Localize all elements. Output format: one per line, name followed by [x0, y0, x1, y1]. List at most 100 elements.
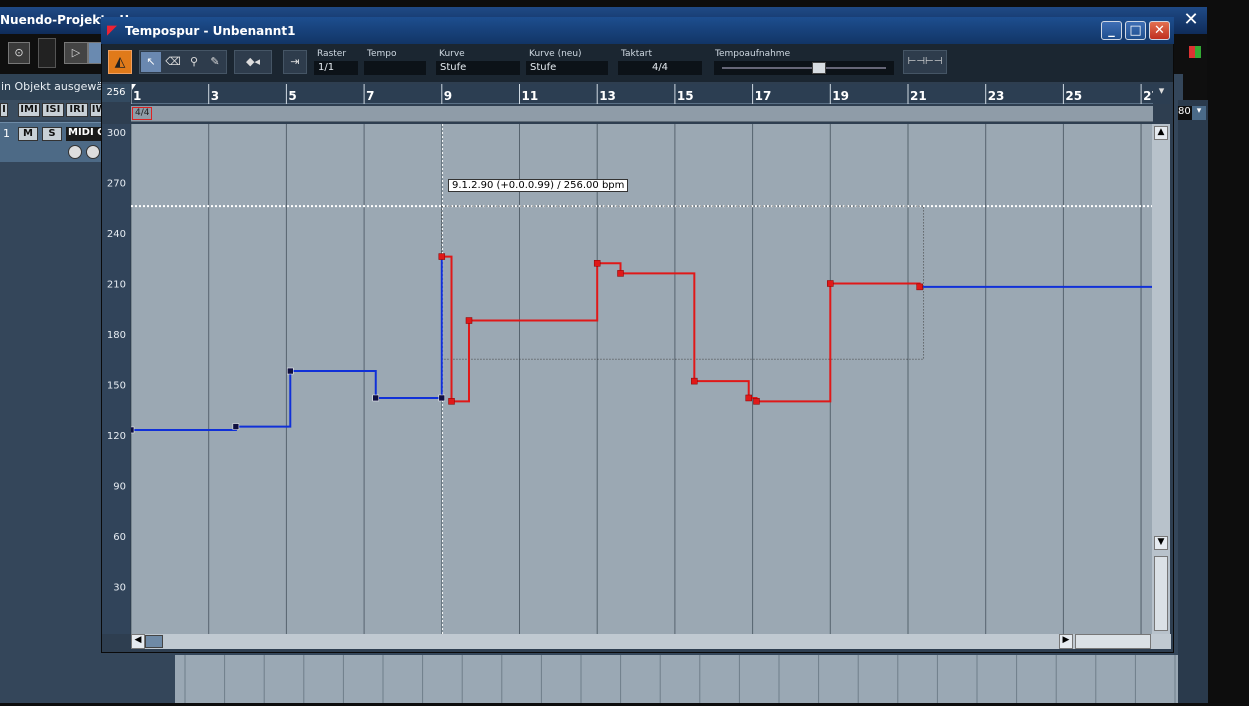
tempo-event-point-selected	[745, 394, 752, 402]
tempo-label: Tempo	[367, 49, 397, 59]
ruler-label: 17	[755, 89, 772, 103]
tempo-scale-label: 120	[107, 431, 126, 442]
tempoaufnahme-label: Tempoaufnahme	[715, 49, 791, 59]
slider-track	[722, 67, 886, 69]
tempo-event-point-selected	[438, 253, 446, 260]
track-header-buttons: I IMI ISI IRI IWI	[0, 100, 112, 120]
tool-group: ↖ ⌫ ⚲ ✎	[139, 50, 227, 74]
tempo-scale-label: 30	[113, 583, 126, 594]
cubase-logo-icon: ◤	[107, 23, 117, 38]
maximize-button[interactable]: □	[1125, 21, 1146, 40]
horizontal-zoom[interactable]	[1075, 634, 1151, 649]
play-icon[interactable]: ▷	[64, 42, 88, 64]
tempo-graph-svg[interactable]	[127, 124, 1152, 634]
project-right-panel: 80 ▾	[1178, 100, 1208, 703]
close-button[interactable]: ✕	[1149, 21, 1170, 40]
taktart-label: Taktart	[621, 49, 653, 59]
erase-tool-icon[interactable]: ⌫	[163, 52, 183, 72]
scroll-down-icon[interactable]: ▼	[1154, 536, 1168, 550]
ruler-label: 11	[522, 89, 539, 103]
scroll-left-icon[interactable]: ◀	[131, 634, 145, 649]
tempo-scale-labels: 300 270 240 210 180 150 120 90 60 30	[107, 128, 126, 594]
tempo-scale-label: 60	[113, 532, 126, 543]
arrange-grid	[184, 655, 1176, 703]
minimize-button[interactable]: _	[1101, 21, 1122, 40]
track-btn-i[interactable]: I	[0, 103, 8, 117]
midi-track[interactable]: 1 M S MIDI C	[0, 122, 110, 162]
tempo-event-point-selected	[916, 283, 923, 291]
grid-icons[interactable]: ⊢⊣⊢⊣	[903, 50, 947, 74]
mute-button[interactable]: M	[18, 127, 38, 141]
color-icon[interactable]	[1189, 46, 1201, 58]
tempo-event-point-selected	[593, 260, 601, 267]
tempo-event-point	[127, 426, 135, 434]
tempo-scale: 300 270 240 210 180 150 120 90 60 30	[102, 124, 130, 634]
monitor-icon[interactable]	[86, 145, 100, 159]
kurve-neu-select[interactable]: Stufe	[526, 61, 608, 75]
track-btn-m[interactable]: IMI	[18, 103, 40, 117]
right-value: 80	[1178, 106, 1192, 120]
track-number: 1	[3, 127, 10, 140]
tempo-scale-label: 240	[107, 229, 126, 240]
kurve-select[interactable]: Stufe	[436, 61, 520, 75]
tempo-event-point-selected	[691, 377, 698, 385]
ruler-ticks: 13579111315171921232527	[130, 84, 1160, 104]
signature-event[interactable]: 4/4	[132, 107, 153, 120]
tempo-scale-label: 180	[107, 330, 126, 341]
tempo-event-point-selected	[465, 317, 473, 324]
ruler-label: 5	[288, 89, 296, 103]
bar-ruler[interactable]: 13579111315171921232527	[130, 84, 1160, 104]
meter-icon	[38, 38, 56, 68]
sync-icon[interactable]: ⊙	[8, 42, 30, 64]
tempo-window-title: Tempospur - Unbenannt1	[125, 24, 296, 38]
position-tooltip: 9.1.2.90 (+0.0.0.99) / 256.00 bpm	[448, 179, 629, 192]
ruler-label: 9	[444, 89, 452, 103]
raster-select[interactable]: 1/1	[314, 61, 358, 75]
project-arrange-area	[175, 655, 1178, 703]
snap-icon[interactable]: ⇥	[283, 50, 307, 74]
autoscroll-icon[interactable]: ◆◂	[234, 50, 272, 74]
signature-lane: 4/4	[131, 106, 1153, 122]
right-dropdown-icon[interactable]: ▾	[1192, 106, 1206, 120]
tempo-scale-label: 90	[113, 482, 126, 493]
tempo-event-point-selected	[753, 398, 760, 405]
ruler-label: 7	[366, 89, 374, 103]
cycle-icon[interactable]	[88, 42, 102, 64]
taktart-field[interactable]: 4/4	[618, 61, 702, 75]
tempo-scale-label: 210	[107, 280, 126, 291]
project-close-icon[interactable]: ✕	[1180, 9, 1202, 31]
status-line: in Objekt ausgewähl	[0, 74, 110, 100]
pencil-tool-icon[interactable]: ✎	[205, 52, 225, 72]
ruler-label: 25	[1065, 89, 1082, 103]
ruler-label: 23	[988, 89, 1005, 103]
arrow-tool-icon[interactable]: ↖	[141, 52, 161, 72]
ruler-corner: 256	[102, 84, 130, 102]
metronome-icon[interactable]: ◭	[108, 50, 132, 74]
vertical-zoom[interactable]	[1154, 556, 1168, 631]
horizontal-scrollbar[interactable]: ◀ ▶	[131, 634, 1171, 649]
tempo-event-point	[438, 394, 446, 402]
ruler-label: 21	[910, 89, 927, 103]
ruler-label: 13	[599, 89, 616, 103]
track-btn-s[interactable]: ISI	[42, 103, 64, 117]
tempo-curve-red	[441, 255, 921, 403]
tempo-event-point-selected	[448, 398, 455, 405]
tempo-scale-label: 300	[107, 128, 126, 139]
zoom-tool-icon[interactable]: ⚲	[184, 52, 204, 72]
tempoaufnahme-slider[interactable]	[714, 61, 894, 75]
kurve-neu-label: Kurve (neu)	[529, 49, 582, 59]
vertical-scrollbar[interactable]: ▲ ▼	[1152, 124, 1170, 634]
scroll-right-icon[interactable]: ▶	[1059, 634, 1073, 649]
scroll-up-icon[interactable]: ▲	[1154, 126, 1168, 140]
slider-thumb[interactable]	[812, 62, 826, 74]
record-icon[interactable]	[68, 145, 82, 159]
tempo-graph[interactable]: 9.1.2.90 (+0.0.0.99) / 256.00 bpm	[127, 124, 1152, 634]
raster-label: Raster	[317, 49, 347, 59]
tempo-window-titlebar[interactable]: ◤ Tempospur - Unbenannt1 _ □ ✕	[101, 17, 1174, 44]
ruler-menu-icon[interactable]: ▾	[1153, 84, 1170, 104]
horizontal-thumb[interactable]	[145, 635, 163, 648]
tempo-field[interactable]	[364, 61, 426, 75]
solo-button[interactable]: S	[42, 127, 62, 141]
tempo-event-point-selected	[827, 280, 834, 287]
track-btn-r[interactable]: IRI	[66, 103, 88, 117]
